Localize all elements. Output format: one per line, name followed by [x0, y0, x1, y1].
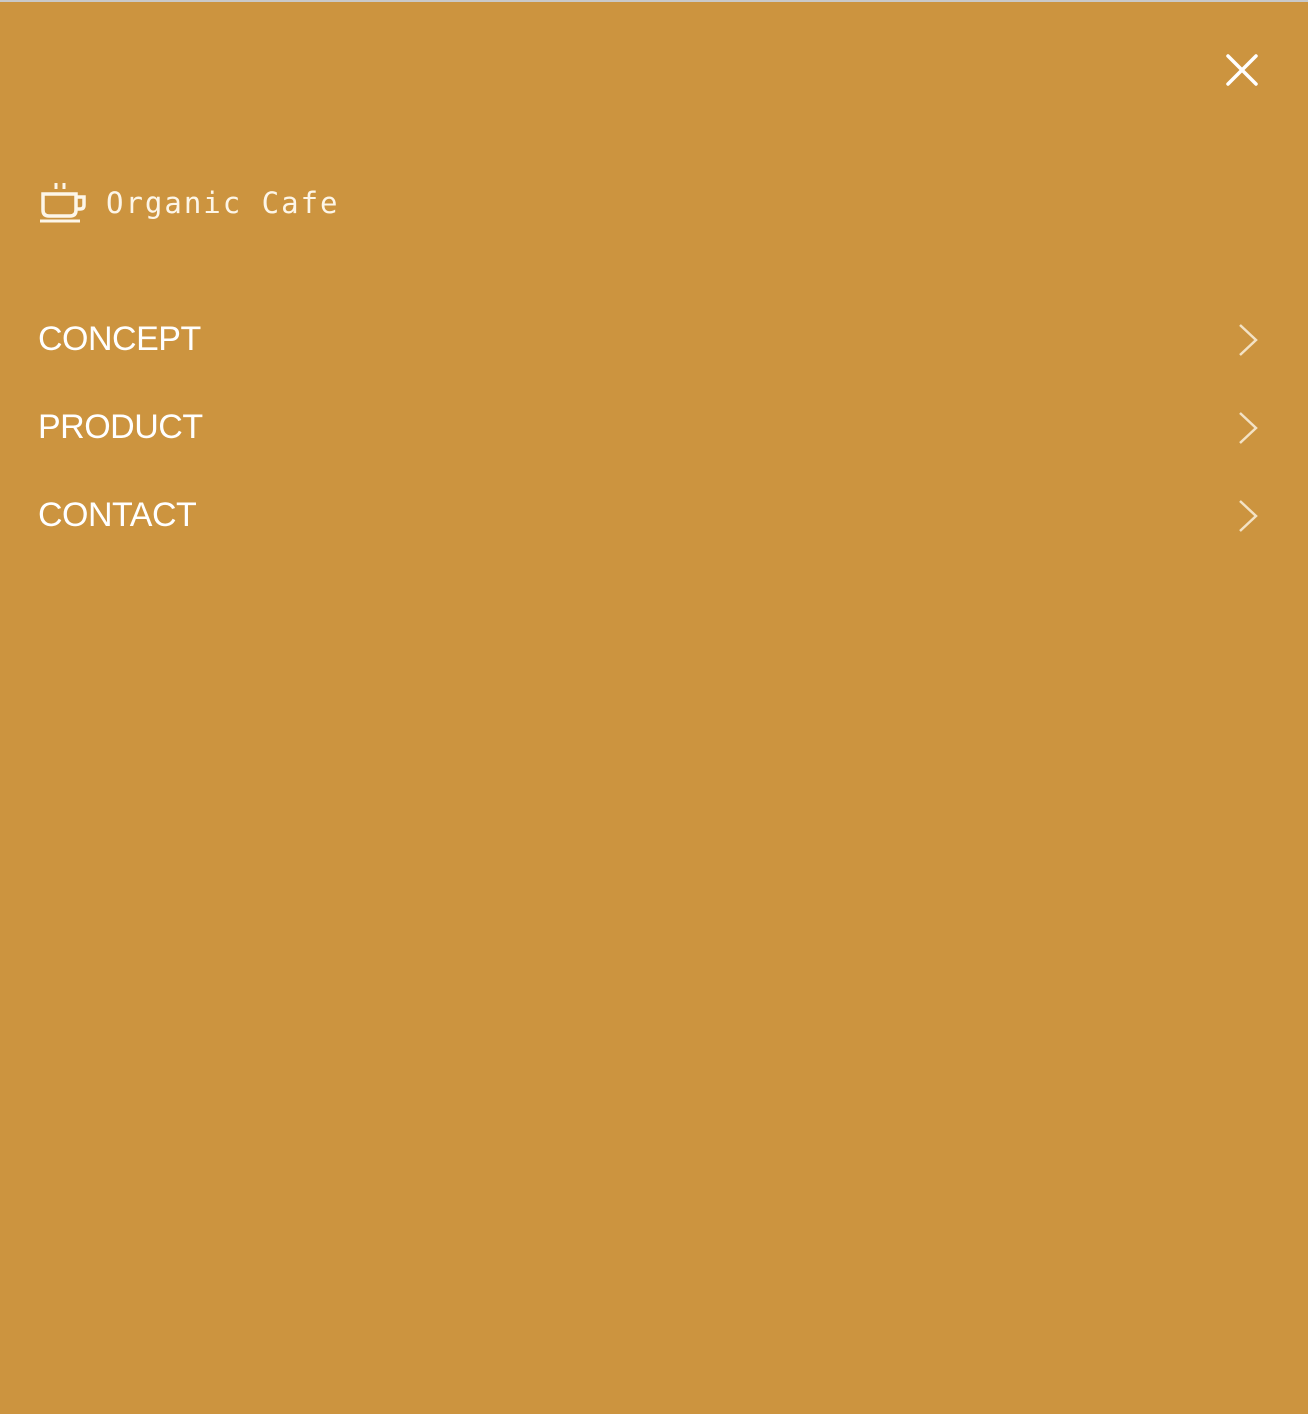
- chevron-right-icon: [1239, 324, 1258, 356]
- menu-item-concept[interactable]: CONCEPT: [0, 296, 1308, 384]
- logo-text: Organic Cafe: [106, 186, 340, 220]
- menu-item-label: CONTACT: [38, 496, 197, 534]
- top-border: [0, 0, 1308, 2]
- nav-menu: CONCEPT PRODUCT CONTACT: [0, 296, 1308, 560]
- menu-item-label: PRODUCT: [38, 408, 203, 446]
- logo[interactable]: Organic Cafe: [38, 180, 340, 226]
- close-button[interactable]: [1218, 46, 1266, 94]
- menu-item-product[interactable]: PRODUCT: [0, 384, 1308, 472]
- close-icon: [1226, 54, 1258, 86]
- menu-item-label: CONCEPT: [38, 320, 201, 358]
- chevron-right-icon: [1239, 412, 1258, 444]
- coffee-cup-icon: [40, 183, 86, 223]
- menu-item-contact[interactable]: CONTACT: [0, 472, 1308, 560]
- chevron-right-icon: [1239, 500, 1258, 532]
